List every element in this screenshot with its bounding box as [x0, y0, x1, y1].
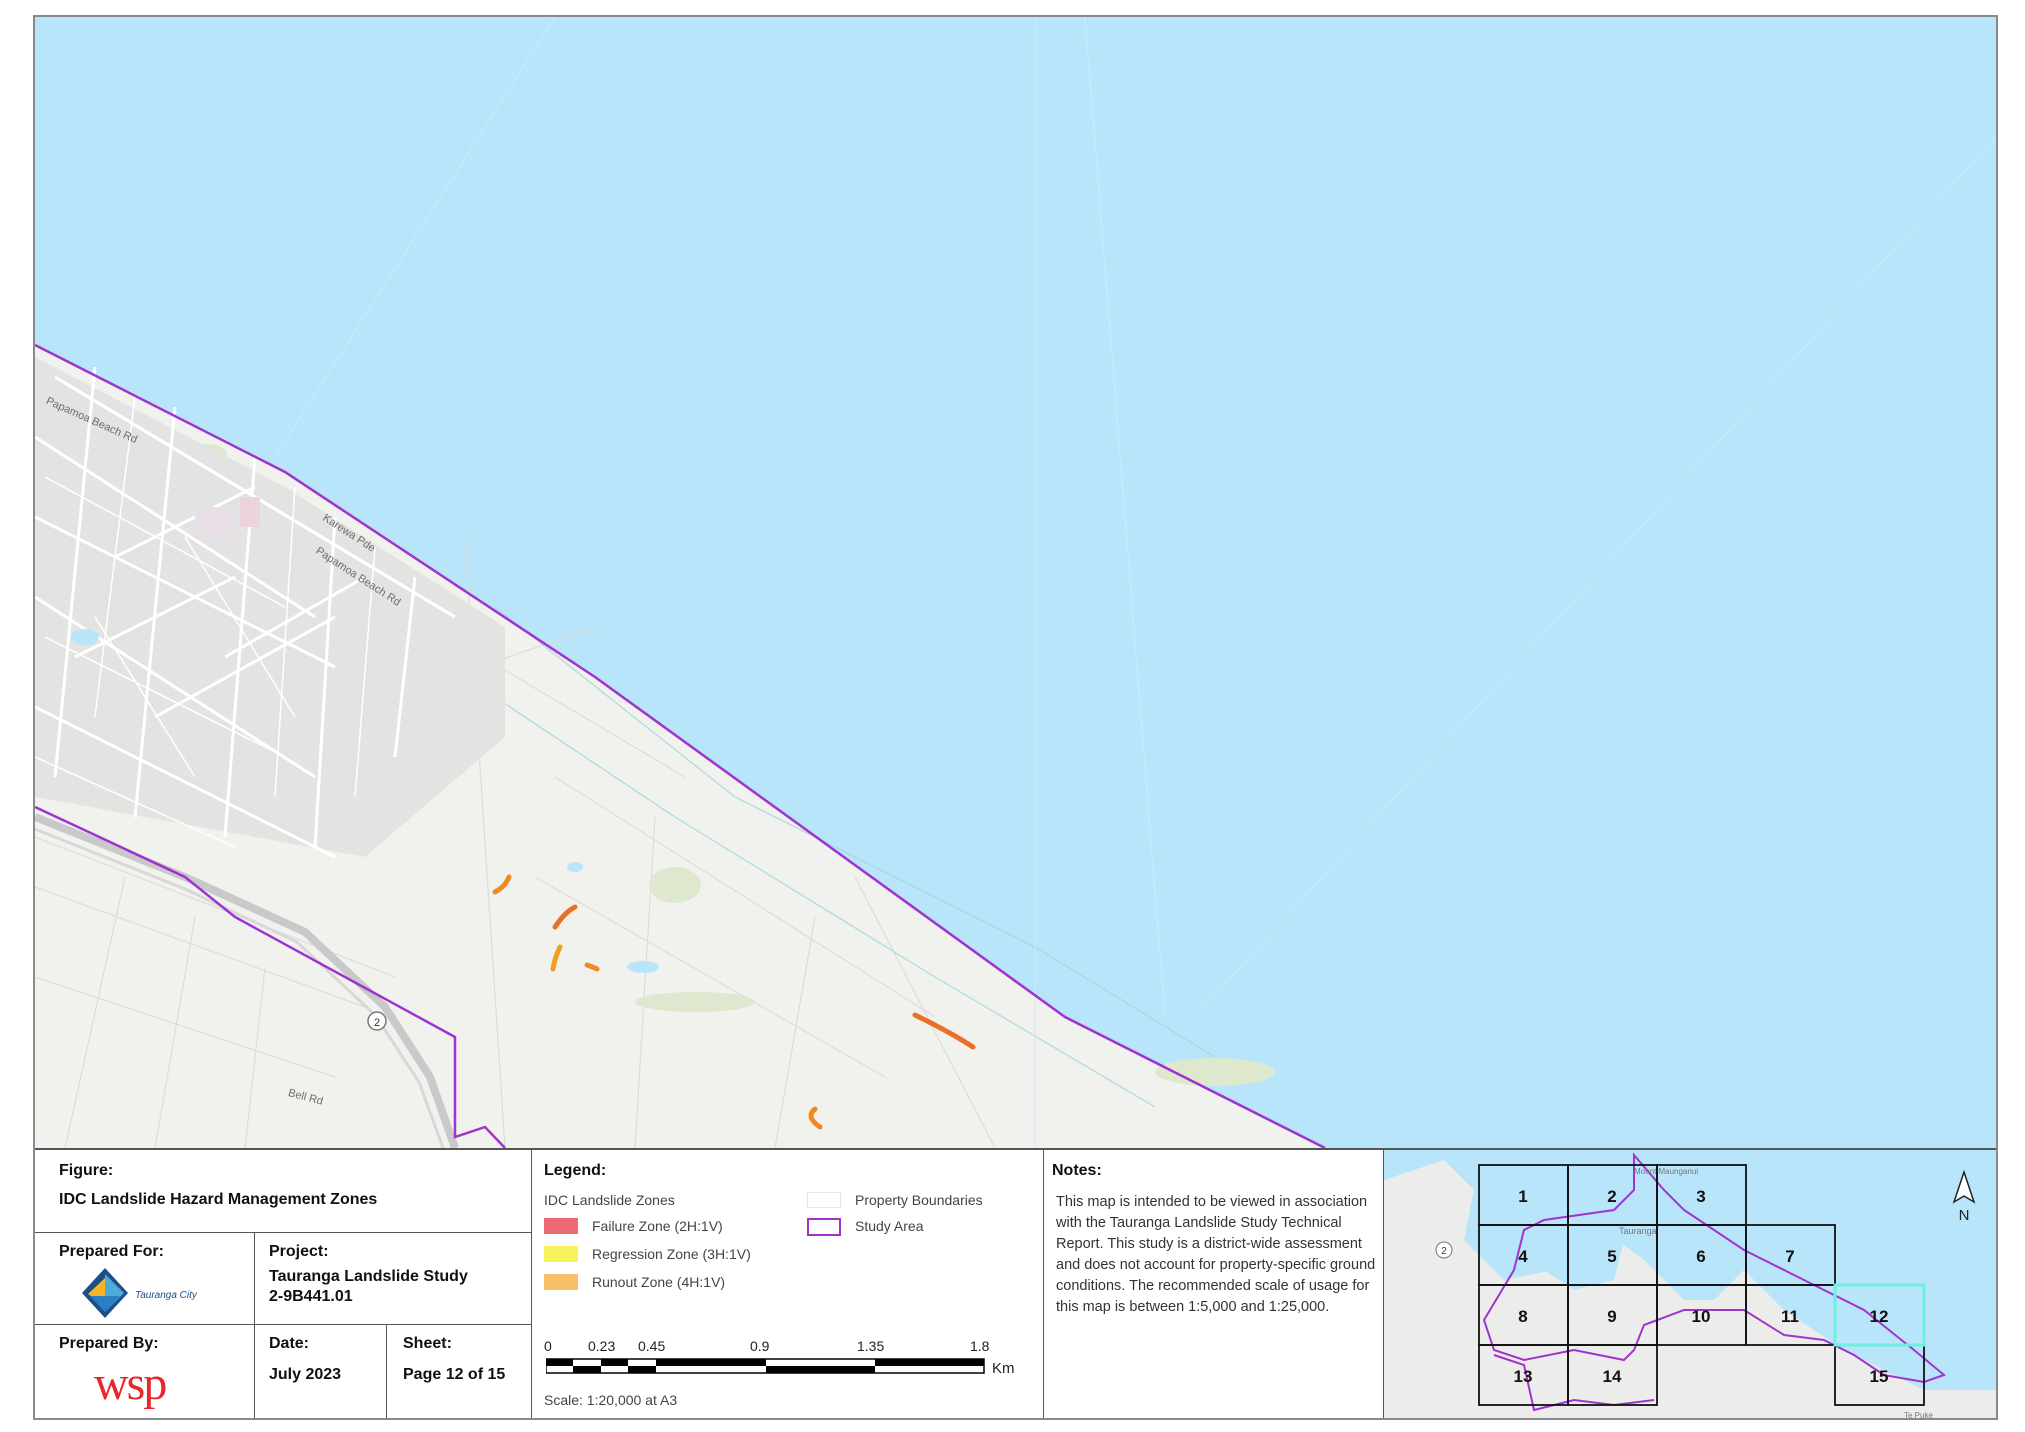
prepared-for-cell: Prepared For: Tauranga City	[35, 1233, 255, 1325]
regression-zone-swatch	[544, 1246, 578, 1262]
prepared-for-label: Prepared For:	[59, 1243, 164, 1260]
svg-text:4: 4	[1518, 1247, 1528, 1266]
legend-item-label: Regression Zone (3H:1V)	[592, 1246, 751, 1262]
scale-tick-label: 1.8	[970, 1338, 990, 1354]
svg-text:14: 14	[1603, 1367, 1622, 1386]
property-boundaries-label: Property Boundaries	[855, 1192, 983, 1208]
pond-3	[627, 961, 659, 973]
project-label: Project:	[269, 1243, 329, 1260]
sheet-cell: Sheet: Page 12 of 15	[387, 1325, 532, 1418]
svg-text:15: 15	[1870, 1367, 1889, 1386]
svg-text:Tauranga City: Tauranga City	[135, 1290, 198, 1301]
figure-label: Figure:	[59, 1162, 114, 1179]
svg-text:N: N	[1959, 1207, 1970, 1224]
highway-shield: 2	[367, 1011, 387, 1031]
svg-text:wsp: wsp	[94, 1359, 166, 1410]
place-label: Tauranga	[1619, 1226, 1657, 1236]
map-sheet: 2 Papamoa Beach Rd Karewa Pde Papamoa Be…	[33, 15, 1998, 1420]
place-label: Te Puke	[1904, 1411, 1933, 1420]
svg-text:9: 9	[1607, 1307, 1616, 1326]
notes-title: Notes:	[1052, 1162, 1102, 1179]
date-label: Date:	[269, 1335, 310, 1352]
date-cell: Date: July 2023	[255, 1325, 387, 1418]
project-cell: Project: Tauranga Landslide Study 2-9B44…	[255, 1233, 532, 1325]
svg-text:8: 8	[1518, 1307, 1527, 1326]
key-map-land	[1384, 1160, 1996, 1418]
main-map[interactable]: 2 Papamoa Beach Rd Karewa Pde Papamoa Be…	[35, 17, 1996, 1148]
notes-cell: Notes: This map is intended to be viewed…	[1044, 1150, 1384, 1418]
key-map[interactable]: 1 2 3 4 5 6 7 8 9 10 11 12 13 14 15 Moun…	[1384, 1150, 1996, 1420]
legend-item-label: Failure Zone (2H:1V)	[592, 1218, 723, 1234]
figure-cell: Figure: IDC Landslide Hazard Management …	[35, 1150, 532, 1233]
svg-text:1: 1	[1518, 1187, 1527, 1206]
key-map-highway-shield: 2	[1435, 1241, 1453, 1259]
legend-title: Legend:	[544, 1162, 607, 1179]
study-area-swatch	[807, 1218, 841, 1236]
pond	[71, 629, 99, 645]
legend-group-title: IDC Landslide Zones	[544, 1192, 675, 1208]
scale-tick-label: 0	[544, 1338, 552, 1354]
scale-tick-label: 1.35	[857, 1338, 885, 1354]
prepared-by-label: Prepared By:	[59, 1335, 159, 1352]
title-block-panel: Figure: IDC Landslide Hazard Management …	[35, 1148, 1996, 1420]
study-area-label: Study Area	[855, 1218, 924, 1234]
svg-text:10: 10	[1692, 1307, 1711, 1326]
scale-text: Scale: 1:20,000 at A3	[544, 1392, 678, 1408]
legend-item-label: Runout Zone (4H:1V)	[592, 1274, 726, 1290]
svg-text:2: 2	[1607, 1187, 1616, 1206]
project-number: 2-9B441.01	[269, 1288, 353, 1305]
pond-2	[567, 862, 583, 872]
svg-text:6: 6	[1696, 1247, 1705, 1266]
project-name: Tauranga Landslide Study	[269, 1268, 468, 1285]
svg-text:11: 11	[1781, 1307, 1799, 1326]
legend-cell: Legend: IDC Landslide Zones Failure Zone…	[532, 1150, 1044, 1418]
scale-tick-label: 0.45	[638, 1338, 666, 1354]
school-block	[195, 507, 235, 539]
prepared-by-cell: Prepared By: wsp	[35, 1325, 255, 1418]
svg-text:2: 2	[374, 1017, 380, 1029]
svg-text:12: 12	[1870, 1307, 1889, 1326]
date-value: July 2023	[269, 1366, 342, 1383]
svg-text:13: 13	[1514, 1367, 1533, 1386]
svg-text:5: 5	[1607, 1247, 1616, 1266]
runout-zone-swatch	[544, 1274, 578, 1290]
notes-text: This map is intended to be viewed in ass…	[1056, 1194, 1376, 1315]
north-arrow-icon: N	[1952, 1169, 1976, 1224]
svg-text:7: 7	[1785, 1247, 1794, 1266]
wsp-logo: wsp	[94, 1359, 168, 1410]
scale-unit: Km	[992, 1360, 1015, 1377]
key-map-canvas: 1 2 3 4 5 6 7 8 9 10 11 12 13 14 15 Moun…	[1384, 1152, 1996, 1420]
scale-bar	[546, 1358, 985, 1374]
figure-title: IDC Landslide Hazard Management Zones	[59, 1191, 378, 1208]
map-canvas: 2	[35, 17, 1996, 1148]
school-block-2	[240, 497, 260, 527]
scale-tick-label: 0.9	[750, 1338, 770, 1354]
place-label: Mount Maunganui	[1634, 1167, 1698, 1176]
property-boundaries-swatch	[807, 1192, 841, 1208]
svg-text:3: 3	[1696, 1187, 1705, 1206]
scale-tick-label: 0.23	[588, 1338, 616, 1354]
svg-text:2: 2	[1441, 1246, 1447, 1257]
tauranga-city-logo: Tauranga City	[82, 1268, 198, 1318]
sheet-label: Sheet:	[403, 1335, 452, 1352]
failure-zone-swatch	[544, 1218, 578, 1234]
sheet-value: Page 12 of 15	[403, 1366, 506, 1383]
